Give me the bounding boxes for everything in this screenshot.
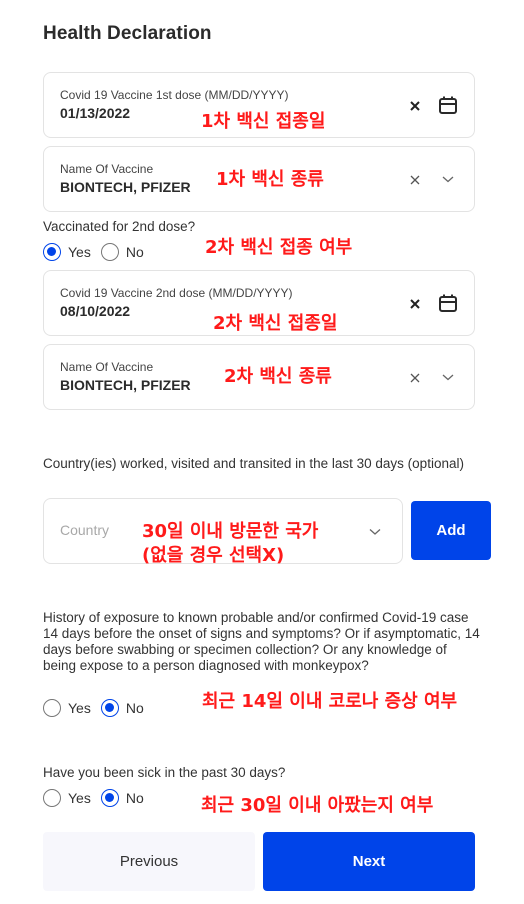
second-dose-radio-group: Yes No <box>43 242 154 262</box>
sick-no-radio[interactable]: No <box>100 789 144 807</box>
annotation-countries-line2: (없을 경우 선택X) <box>142 545 285 566</box>
chevron-down-icon[interactable] <box>438 169 458 189</box>
calendar-icon[interactable] <box>438 95 458 115</box>
page-title: Health Declaration <box>43 23 212 44</box>
exposure-radio-group: Yes No <box>43 698 154 718</box>
dose2-vaccine-label: Name Of Vaccine <box>60 360 154 374</box>
close-icon[interactable] <box>408 99 422 113</box>
radio-unchecked-icon[interactable] <box>43 789 61 807</box>
second-dose-question: Vaccinated for 2nd dose? <box>43 219 196 234</box>
annotation-second-dose: 2차 백신 접종 여부 <box>205 237 353 258</box>
dose1-vaccine-value: BIONTECH, PFIZER <box>60 179 191 195</box>
exposure-yes-radio[interactable]: Yes <box>43 699 91 717</box>
annotation-dose2-date: 2차 백신 접종일 <box>213 313 338 334</box>
radio-checked-icon[interactable] <box>100 789 119 807</box>
second-dose-no-radio[interactable]: No <box>100 243 144 261</box>
sick-yes-radio[interactable]: Yes <box>43 789 91 807</box>
radio-label-yes: Yes <box>68 790 91 806</box>
dose2-vaccine-value: BIONTECH, PFIZER <box>60 377 191 393</box>
dose2-date-value[interactable]: 08/10/2022 <box>60 303 130 319</box>
sick-question: Have you been sick in the past 30 days? <box>43 765 286 780</box>
radio-unchecked-icon[interactable] <box>100 243 119 261</box>
exposure-question: History of exposure to known probable an… <box>43 610 480 673</box>
annotation-dose1-date: 1차 백신 접종일 <box>201 111 326 132</box>
previous-button[interactable]: Previous <box>43 832 255 891</box>
annotation-exposure: 최근 14일 이내 코로나 증상 여부 <box>202 691 458 712</box>
radio-checked-icon[interactable] <box>43 243 61 261</box>
next-button[interactable]: Next <box>263 832 475 891</box>
dose2-date-label: Covid 19 Vaccine 2nd dose (MM/DD/YYYY) <box>60 286 293 300</box>
radio-unchecked-icon[interactable] <box>43 699 61 717</box>
close-icon[interactable] <box>408 297 422 311</box>
second-dose-yes-radio[interactable]: Yes <box>43 243 91 261</box>
chevron-down-icon[interactable] <box>438 367 458 387</box>
radio-checked-icon[interactable] <box>100 699 119 717</box>
countries-question: Country(ies) worked, visited and transit… <box>43 456 464 471</box>
annotation-countries-line1: 30일 이내 방문한 국가 <box>142 521 319 542</box>
radio-label-yes: Yes <box>68 700 91 716</box>
sick-radio-group: Yes No <box>43 788 154 808</box>
country-placeholder: Country <box>60 522 110 538</box>
dose1-vaccine-label: Name Of Vaccine <box>60 162 154 176</box>
close-icon[interactable] <box>408 173 422 187</box>
annotation-sick: 최근 30일 이내 아팠는지 여부 <box>201 795 434 816</box>
radio-label-yes: Yes <box>68 244 91 260</box>
dose1-date-value[interactable]: 01/13/2022 <box>60 105 130 121</box>
radio-label-no: No <box>125 244 144 260</box>
radio-label-no: No <box>125 790 144 806</box>
calendar-icon[interactable] <box>438 293 458 313</box>
exposure-no-radio[interactable]: No <box>100 699 144 717</box>
radio-label-no: No <box>125 700 144 716</box>
close-icon[interactable] <box>408 371 422 385</box>
dose1-date-label: Covid 19 Vaccine 1st dose (MM/DD/YYYY) <box>60 88 289 102</box>
chevron-down-icon[interactable] <box>368 525 382 537</box>
add-country-button[interactable]: Add <box>411 501 491 560</box>
annotation-dose1-vaccine: 1차 백신 종류 <box>216 169 324 190</box>
annotation-dose2-vaccine: 2차 백신 종류 <box>224 366 332 387</box>
